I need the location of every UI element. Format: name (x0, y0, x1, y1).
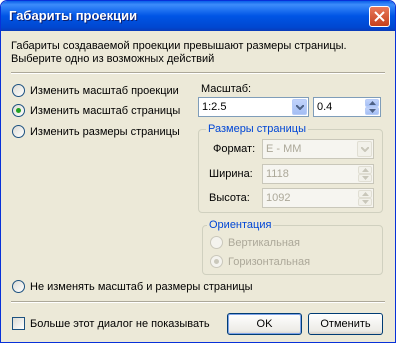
width-label: Ширина: (209, 168, 253, 180)
radio-label: Изменить масштаб страницы (30, 104, 181, 117)
description-line-2: Выберите одно из возможных действий (11, 53, 215, 65)
spin-down-button[interactable] (358, 174, 372, 182)
orientation-group-title: Ориентация (207, 219, 274, 231)
spin-down-icon (362, 176, 369, 180)
cancel-button[interactable]: Отменить (308, 313, 383, 335)
dialog-body: Габариты создаваемой проекции превышают … (4, 31, 392, 339)
spin-down-icon (362, 200, 369, 204)
spin-down-button[interactable] (358, 198, 372, 206)
radio-indicator[interactable] (210, 255, 223, 268)
radio-indicator[interactable] (12, 84, 25, 97)
radio-indicator[interactable] (210, 236, 223, 249)
height-label: Высота: (209, 192, 250, 204)
chevron-down-icon (361, 147, 369, 152)
spin-up-icon (369, 101, 376, 105)
scale-numeric-value: 0.4 (317, 101, 333, 113)
description: Габариты создаваемой проекции превышают … (11, 40, 387, 66)
height-spinner[interactable]: 1092 (262, 188, 374, 208)
title-bar[interactable]: Габариты проекции (1, 1, 395, 31)
dropdown-button[interactable] (357, 141, 372, 157)
page-size-group-title: Размеры страницы (206, 123, 308, 135)
spin-up-button[interactable] (365, 99, 379, 107)
height-value: 1092 (266, 192, 291, 204)
radio-no-change[interactable]: Не изменять масштаб и размеры страницы (12, 280, 253, 293)
radio-landscape[interactable]: Горизонтальная (210, 255, 310, 268)
format-value: E - MM (266, 143, 302, 155)
spin-up-icon (362, 192, 369, 196)
radio-label: Изменить масштаб проекции (30, 84, 179, 97)
radio-change-page-size[interactable]: Изменить размеры страницы (12, 125, 180, 138)
width-value: 1118 (266, 168, 289, 180)
radio-indicator[interactable] (12, 104, 25, 117)
bottom-separator (11, 301, 385, 303)
scale-ratio-dropdown[interactable]: 1:2.5 (198, 97, 309, 117)
radio-portrait[interactable]: Вертикальная (210, 236, 300, 249)
format-dropdown[interactable]: E - MM (262, 139, 374, 159)
dont-show-checkbox[interactable]: Больше этот диалог не показывать (12, 317, 210, 330)
radio-indicator[interactable] (12, 280, 25, 293)
spin-up-button[interactable] (358, 166, 372, 174)
radio-label: Не изменять масштаб и размеры страницы (30, 280, 253, 293)
radio-indicator[interactable] (12, 125, 25, 138)
chevron-down-icon (296, 105, 304, 110)
description-line-1: Габариты создаваемой проекции превышают … (11, 40, 347, 52)
checkbox-label: Больше этот диалог не показывать (30, 317, 210, 330)
scale-ratio-value: 1:2.5 (202, 101, 227, 113)
spin-up-button[interactable] (358, 190, 372, 198)
ok-button[interactable]: OK (227, 313, 302, 335)
dialog-window: Габариты проекции Габариты создаваемой п… (0, 0, 396, 343)
spin-up-icon (362, 168, 369, 172)
close-button[interactable] (369, 6, 390, 27)
checkbox-indicator[interactable] (12, 317, 25, 330)
close-icon (374, 11, 385, 22)
radio-change-projection-scale[interactable]: Изменить масштаб проекции (12, 84, 179, 97)
scale-label: Масштаб: (201, 83, 252, 95)
format-label: Формат: (213, 143, 256, 155)
radio-label: Вертикальная (228, 236, 300, 249)
spin-down-button[interactable] (365, 107, 379, 115)
top-separator (11, 72, 385, 74)
window-title: Габариты проекции (9, 8, 138, 23)
scale-value-spinner[interactable]: 0.4 (313, 97, 381, 117)
width-spinner[interactable]: 1118 (262, 164, 374, 184)
dropdown-button[interactable] (292, 99, 307, 115)
radio-label: Горизонтальная (228, 255, 311, 268)
radio-change-page-scale[interactable]: Изменить масштаб страницы (12, 104, 180, 117)
radio-label: Изменить размеры страницы (30, 125, 180, 138)
spin-down-icon (369, 109, 376, 113)
